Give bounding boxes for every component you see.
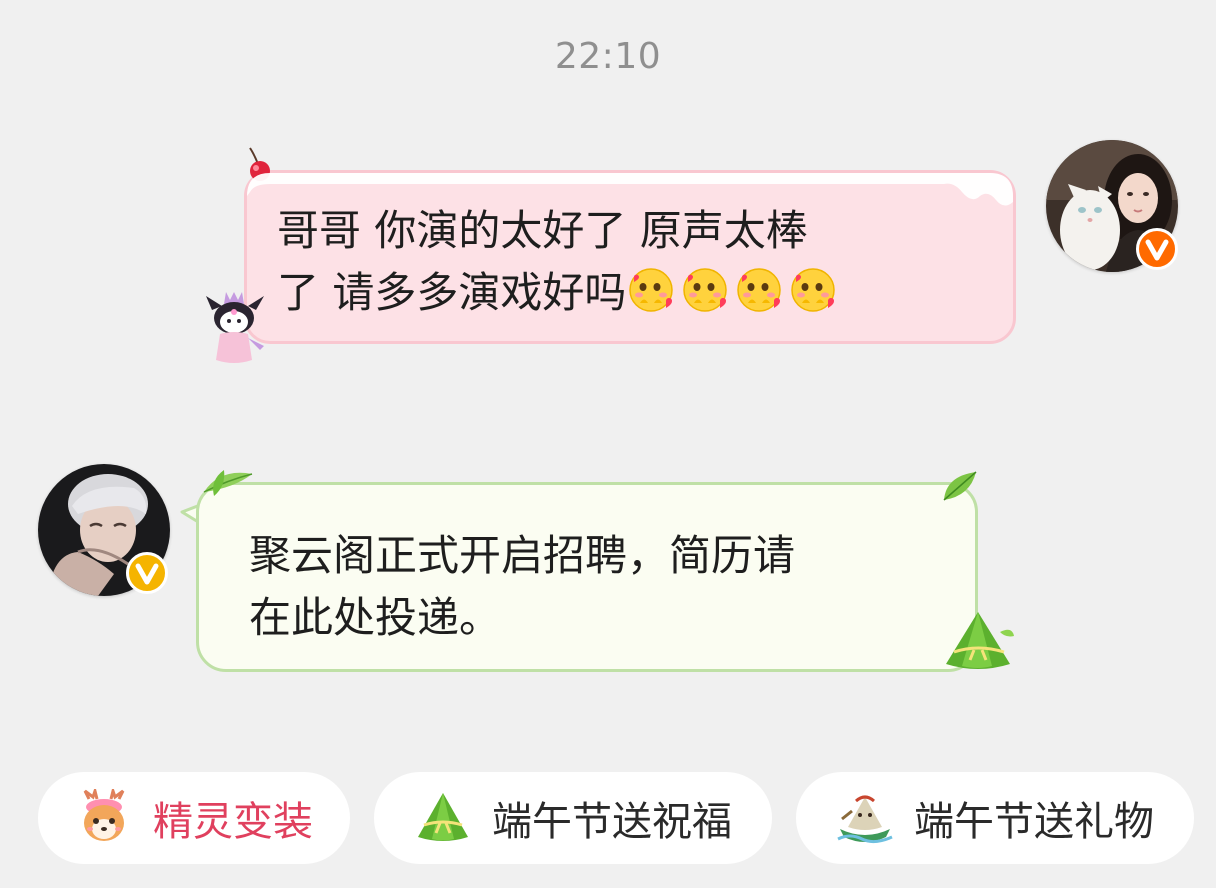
incoming-message-line-1: 聚云阁正式开启招聘，简历请 (249, 531, 796, 580)
dragon-boat-wishes-label: 端午节送祝福 (492, 799, 732, 845)
message-timestamp: 22:10 (554, 36, 662, 77)
shy-blush-emoji-icon (680, 265, 730, 315)
cherry-icon (244, 146, 276, 184)
shy-blush-emoji-icon (788, 265, 838, 315)
outgoing-message-line-2: 了 请多多演戏好吗 (277, 262, 983, 324)
outgoing-avatar-wrap[interactable] (1046, 140, 1178, 272)
dragon-boat-gift-label: 端午节送礼物 (914, 799, 1154, 845)
bamboo-leaf-icon (940, 470, 980, 504)
dragon-boat-gift-chip[interactable]: 端午节送礼物 (796, 772, 1194, 864)
gold-v-badge-icon (126, 552, 168, 594)
dragon-boat-gift-icon (836, 789, 894, 847)
incoming-message-line-2: 在此处投递。 (249, 593, 502, 642)
zongzi-icon (940, 608, 1016, 674)
orange-v-badge-icon (1136, 228, 1178, 270)
outgoing-message-line-2-text: 了 请多多演戏好吗 (277, 268, 627, 317)
sprite-dressup-label: 精灵变装 (153, 799, 313, 845)
outgoing-message-line-1: 哥哥 你演的太好了 原声太棒 (277, 206, 808, 255)
deer-sprite-icon (75, 789, 133, 847)
zongzi-icon (414, 789, 472, 847)
shy-blush-emoji-icon (734, 265, 784, 315)
bamboo-leaf-icon (200, 466, 256, 498)
shy-blush-emoji-icon (626, 265, 676, 315)
incoming-avatar-wrap[interactable] (38, 464, 170, 596)
incoming-message-bubble[interactable]: 聚云阁正式开启招聘，简历请 在此处投递。 (196, 482, 978, 672)
outgoing-message-bubble[interactable]: 哥哥 你演的太好了 原声太棒 了 请多多演戏好吗 (244, 170, 1016, 344)
sprite-dressup-chip[interactable]: 精灵变装 (38, 772, 350, 864)
kuromi-character-icon (204, 290, 270, 366)
dragon-boat-wishes-chip[interactable]: 端午节送祝福 (374, 772, 772, 864)
